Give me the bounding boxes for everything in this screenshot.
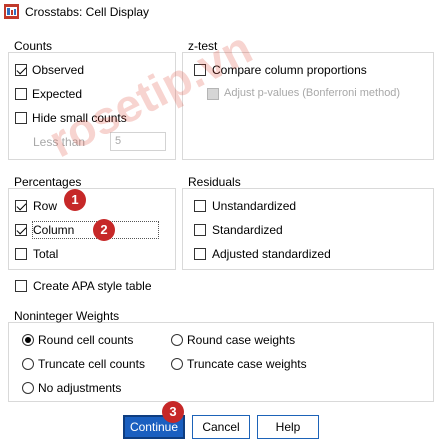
cancel-button[interactable]: Cancel xyxy=(192,415,250,439)
row-checkbox[interactable] xyxy=(15,200,27,212)
unstandardized-checkbox[interactable] xyxy=(194,200,206,212)
hide-small-counts-label[interactable]: Hide small counts xyxy=(32,111,127,125)
less-than-input[interactable]: 5 xyxy=(110,132,166,151)
row-label[interactable]: Row xyxy=(33,199,57,213)
round-case-weights-label[interactable]: Round case weights xyxy=(187,333,295,347)
compare-proportions-label[interactable]: Compare column proportions xyxy=(212,63,367,77)
adjust-pvalues-label[interactable]: Adjust p-values (Bonferroni method) xyxy=(224,87,400,99)
apa-style-checkbox[interactable] xyxy=(15,280,27,292)
round-case-weights-radio[interactable] xyxy=(171,334,183,346)
spss-app-icon xyxy=(4,4,19,19)
expected-label[interactable]: Expected xyxy=(32,87,82,101)
truncate-case-weights-label[interactable]: Truncate case weights xyxy=(187,357,307,371)
round-cell-counts-label[interactable]: Round cell counts xyxy=(38,333,133,347)
ztest-label: z-test xyxy=(188,39,218,53)
step-badge-1: 1 xyxy=(64,189,86,211)
observed-checkbox[interactable] xyxy=(15,64,27,76)
adjusted-standardized-label[interactable]: Adjusted standardized xyxy=(212,247,331,261)
step-badge-2: 2 xyxy=(93,219,115,241)
column-checkbox[interactable] xyxy=(15,224,27,236)
window-title: Crosstabs: Cell Display xyxy=(25,5,150,19)
help-button[interactable]: Help xyxy=(257,415,319,439)
apa-style-label[interactable]: Create APA style table xyxy=(33,279,152,293)
adjust-pvalues-checkbox[interactable] xyxy=(207,88,219,100)
truncate-cell-counts-label[interactable]: Truncate cell counts xyxy=(38,357,145,371)
unstandardized-label[interactable]: Unstandardized xyxy=(212,199,296,213)
truncate-cell-counts-radio[interactable] xyxy=(22,358,34,370)
no-adjustments-radio[interactable] xyxy=(22,382,34,394)
percentages-label: Percentages xyxy=(14,175,82,189)
title-bar: Crosstabs: Cell Display xyxy=(0,0,440,24)
standardized-label[interactable]: Standardized xyxy=(212,223,283,237)
round-cell-counts-radio[interactable] xyxy=(22,334,34,346)
no-adjustments-label[interactable]: No adjustments xyxy=(38,381,121,395)
noninteger-weights-label: Noninteger Weights xyxy=(14,309,120,323)
column-label[interactable]: Column xyxy=(33,223,74,237)
less-than-label: Less than xyxy=(33,135,86,149)
step-badge-3: 3 xyxy=(162,401,184,423)
observed-label[interactable]: Observed xyxy=(32,63,84,77)
hide-small-counts-checkbox[interactable] xyxy=(15,112,27,124)
counts-label: Counts xyxy=(14,39,53,53)
adjusted-standardized-checkbox[interactable] xyxy=(194,248,206,260)
compare-proportions-checkbox[interactable] xyxy=(194,64,206,76)
standardized-checkbox[interactable] xyxy=(194,224,206,236)
residuals-label: Residuals xyxy=(188,175,241,189)
total-checkbox[interactable] xyxy=(15,248,27,260)
total-label[interactable]: Total xyxy=(33,247,58,261)
truncate-case-weights-radio[interactable] xyxy=(171,358,183,370)
expected-checkbox[interactable] xyxy=(15,88,27,100)
